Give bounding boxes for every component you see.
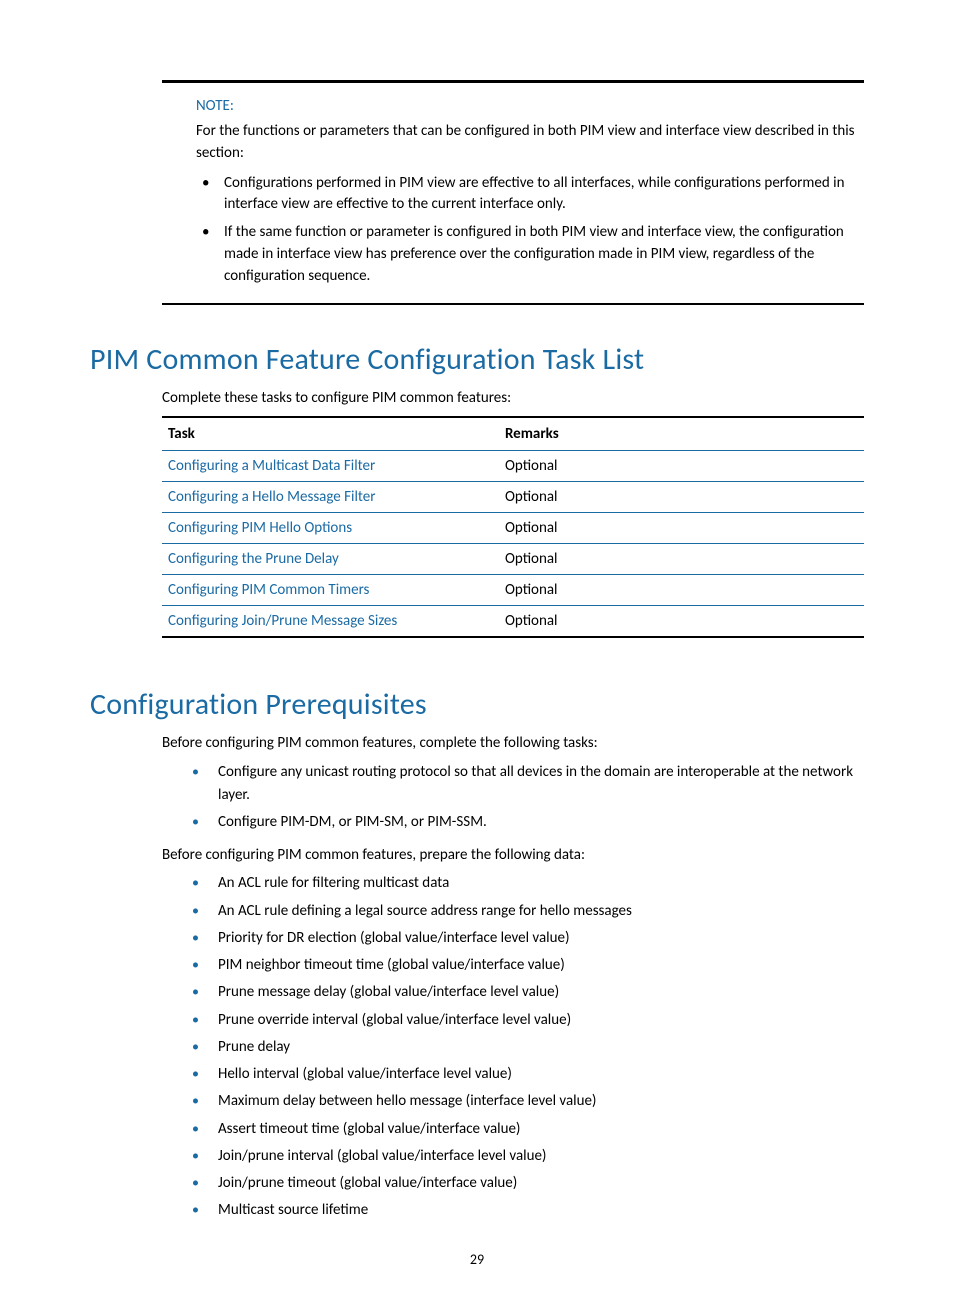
task-remarks: Optional <box>499 544 864 575</box>
list-item: Prune message delay (global value/interf… <box>162 981 864 1004</box>
task-list-heading: PIM Common Feature Configuration Task Li… <box>90 341 864 378</box>
header-remarks: Remarks <box>499 417 864 451</box>
table-row: Configuring PIM Common Timers Optional <box>162 575 864 606</box>
document-page: NOTE: For the functions or parameters th… <box>0 0 954 1308</box>
task-link[interactable]: Configuring Join/Prune Message Sizes <box>168 612 397 630</box>
prereq-list-data: An ACL rule for filtering multicast data… <box>162 872 864 1222</box>
list-item: Configure PIM-DM, or PIM-SM, or PIM-SSM. <box>162 811 864 834</box>
task-link[interactable]: Configuring PIM Hello Options <box>168 519 352 537</box>
task-list-intro: Complete these tasks to configure PIM co… <box>162 388 864 410</box>
note-intro: For the functions or parameters that can… <box>196 121 864 165</box>
table-row: Configuring a Multicast Data Filter Opti… <box>162 451 864 482</box>
list-item: Configure any unicast routing protocol s… <box>162 761 864 808</box>
list-item: An ACL rule defining a legal source addr… <box>162 900 864 923</box>
prereq-intro1: Before configuring PIM common features, … <box>162 733 864 755</box>
list-item: Join/prune interval (global value/interf… <box>162 1145 864 1168</box>
list-item: Join/prune timeout (global value/interfa… <box>162 1172 864 1195</box>
list-item: PIM neighbor timeout time (global value/… <box>162 954 864 977</box>
task-remarks: Optional <box>499 513 864 544</box>
task-remarks: Optional <box>499 451 864 482</box>
task-remarks: Optional <box>499 575 864 606</box>
prereq-intro2: Before configuring PIM common features, … <box>162 845 864 867</box>
page-number: 29 <box>90 1251 864 1268</box>
header-task: Task <box>162 417 499 451</box>
table-row: Configuring the Prune Delay Optional <box>162 544 864 575</box>
task-remarks: Optional <box>499 482 864 513</box>
prereq-list-tasks: Configure any unicast routing protocol s… <box>162 761 864 835</box>
task-link[interactable]: Configuring a Multicast Data Filter <box>168 457 375 475</box>
list-item: Assert timeout time (global value/interf… <box>162 1118 864 1141</box>
table-row: Configuring a Hello Message Filter Optio… <box>162 482 864 513</box>
note-item: If the same function or parameter is con… <box>196 222 864 287</box>
task-remarks: Optional <box>499 606 864 638</box>
table-row: Configuring PIM Hello Options Optional <box>162 513 864 544</box>
list-item: Prune delay <box>162 1036 864 1059</box>
list-item: Maximum delay between hello message (int… <box>162 1090 864 1113</box>
list-item: Priority for DR election (global value/i… <box>162 927 864 950</box>
note-list: Configurations performed in PIM view are… <box>196 173 864 288</box>
table-row: Configuring Join/Prune Message Sizes Opt… <box>162 606 864 638</box>
task-link[interactable]: Configuring a Hello Message Filter <box>168 488 376 506</box>
task-table: Task Remarks Configuring a Multicast Dat… <box>162 416 864 638</box>
task-link[interactable]: Configuring the Prune Delay <box>168 550 339 568</box>
list-item: Hello interval (global value/interface l… <box>162 1063 864 1086</box>
list-item: Multicast source lifetime <box>162 1199 864 1222</box>
list-item: An ACL rule for filtering multicast data <box>162 872 864 895</box>
list-item: Prune override interval (global value/in… <box>162 1009 864 1032</box>
note-item: Configurations performed in PIM view are… <box>196 173 864 217</box>
note-label: NOTE: <box>196 97 864 115</box>
table-header-row: Task Remarks <box>162 417 864 451</box>
note-box: NOTE: For the functions or parameters th… <box>162 80 864 305</box>
task-link[interactable]: Configuring PIM Common Timers <box>168 581 369 599</box>
prereq-heading: Configuration Prerequisites <box>90 686 864 723</box>
